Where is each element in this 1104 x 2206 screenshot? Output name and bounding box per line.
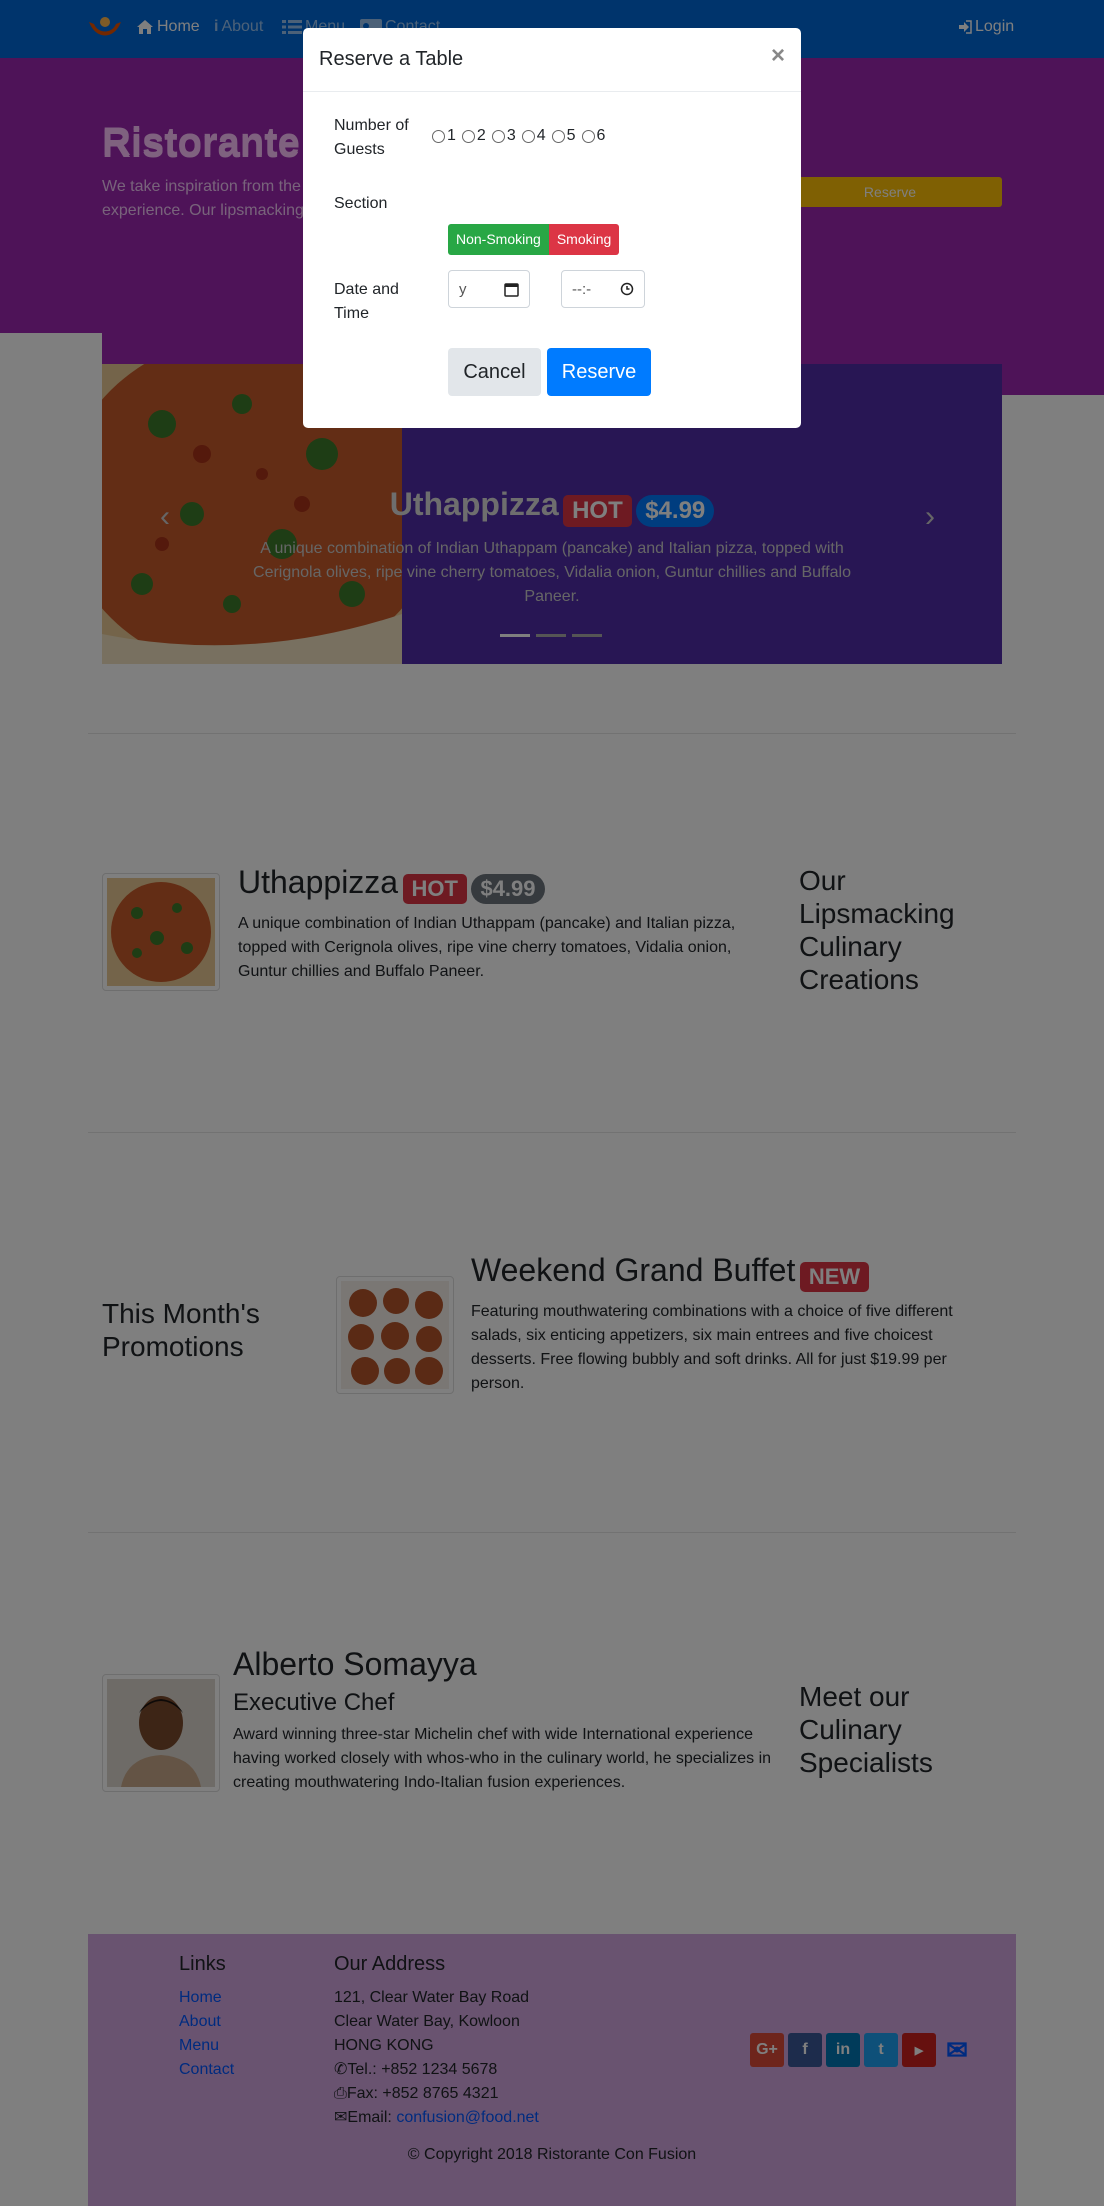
radio-circle[interactable] <box>581 129 595 143</box>
radio-circle[interactable] <box>461 129 475 143</box>
date-placeholder: y <box>459 280 467 298</box>
guest-radio-5[interactable]: 5 <box>551 127 576 145</box>
date-input[interactable]: y <box>448 270 530 308</box>
clock-icon[interactable] <box>620 282 634 296</box>
radio-label: 5 <box>566 127 576 144</box>
section-toggle: Non-Smoking Smoking <box>448 224 620 255</box>
guest-radio-2[interactable]: 2 <box>461 127 486 145</box>
non-smoking-button[interactable]: Non-Smoking <box>448 224 549 255</box>
radio-circle[interactable] <box>432 129 445 143</box>
guest-radio-6[interactable]: 6 <box>581 127 606 145</box>
guest-radio-3[interactable]: 3 <box>491 127 516 145</box>
radio-label: 1 <box>447 127 456 144</box>
guest-radio-1[interactable]: 1 <box>432 127 456 145</box>
cancel-button[interactable]: Cancel <box>448 348 541 396</box>
calendar-icon[interactable] <box>504 282 519 297</box>
radio-circle[interactable] <box>491 129 505 143</box>
radio-label: 6 <box>596 127 606 144</box>
radio-circle[interactable] <box>521 129 535 143</box>
close-icon[interactable]: × <box>771 42 785 70</box>
datetime-label: Date and Time <box>334 281 399 322</box>
reserve-button[interactable]: Reserve <box>547 348 651 396</box>
modal-header-divider <box>303 91 801 92</box>
time-placeholder: --:- <box>572 280 592 298</box>
radio-label: 3 <box>506 127 516 144</box>
guest-radio-4[interactable]: 4 <box>521 127 546 145</box>
time-input[interactable]: --:- <box>561 270 645 308</box>
smoking-button[interactable]: Smoking <box>548 224 620 255</box>
radio-label: 2 <box>476 127 486 144</box>
reserve-modal: Reserve a Table × Number of Guests 1 2 3… <box>303 28 801 428</box>
guests-label: Number of Guests <box>334 117 409 158</box>
radio-label: 4 <box>536 127 546 144</box>
guests-radio-group: 1 2 3 4 5 6 <box>432 127 611 145</box>
section-label: Section <box>334 195 388 212</box>
radio-circle[interactable] <box>551 129 565 143</box>
modal-title: Reserve a Table <box>319 48 464 70</box>
